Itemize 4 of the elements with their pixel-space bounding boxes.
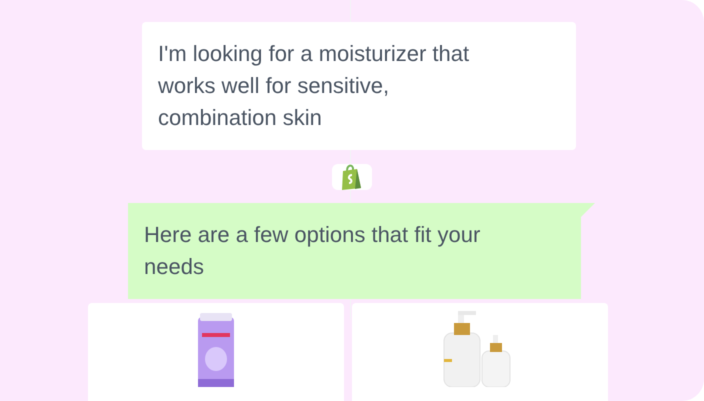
product-card[interactable] xyxy=(88,303,344,401)
user-message: I'm looking for a moisturizer that works well for sensitive, combination skin xyxy=(142,22,576,150)
assistant-message: Here are a few options that fit your needs xyxy=(128,203,595,299)
product-card[interactable] xyxy=(352,303,608,401)
